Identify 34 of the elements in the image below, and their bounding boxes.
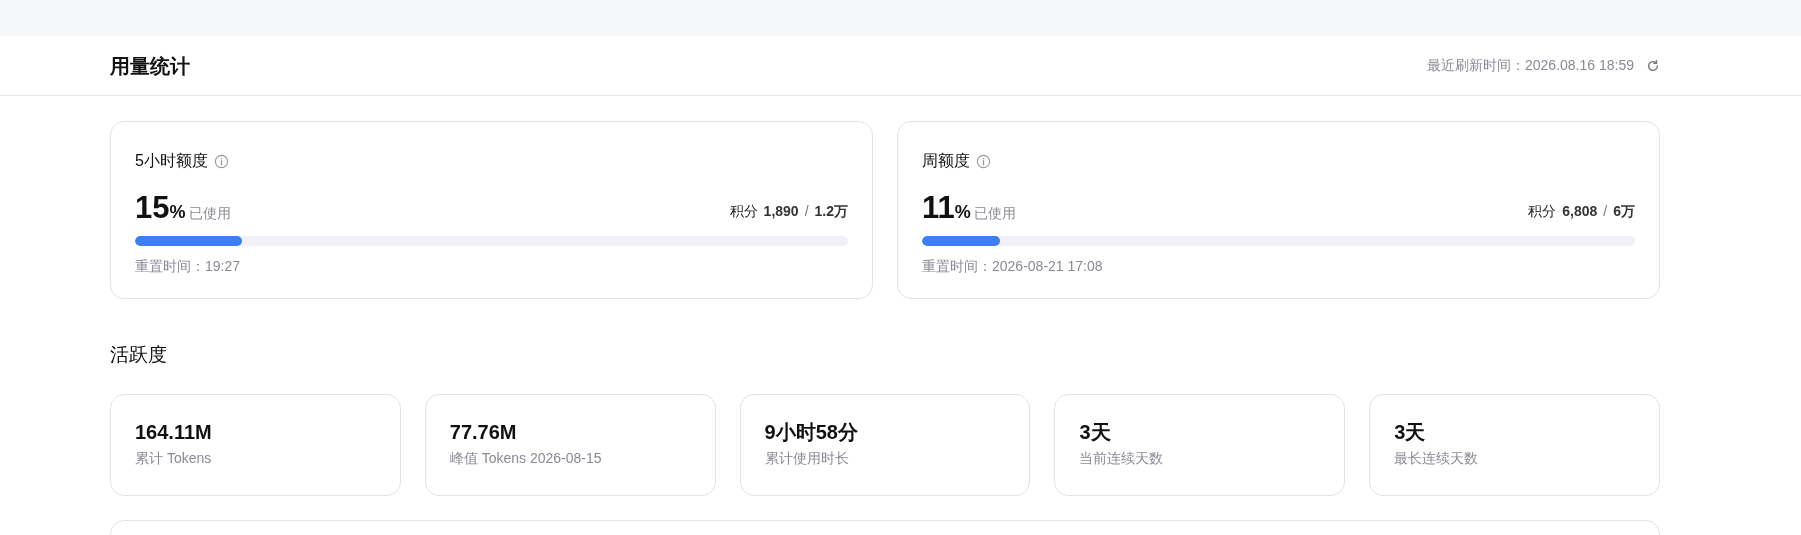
stat-value: 3天 (1394, 420, 1427, 445)
section-title: 活跃度 (110, 343, 168, 367)
percent-sign: % (169, 202, 186, 224)
stat-value: 77.76M (449, 420, 518, 445)
stat-value: 164.11M (135, 420, 213, 445)
points-label: 积分 (1528, 202, 1557, 221)
points-used: 6,808 (1562, 202, 1598, 221)
usage-percent: 15 (135, 191, 170, 225)
stat-label: 最长连续天数 (1394, 449, 1480, 468)
refresh-icon[interactable] (1646, 58, 1660, 73)
reset-time: 重置时间：19:27 (135, 257, 242, 276)
percent-sign: % (954, 202, 971, 224)
page-title: 用量统计 (110, 53, 190, 79)
stat-value: 3天 (1079, 420, 1112, 445)
info-icon[interactable] (976, 153, 991, 169)
separator: / (1603, 202, 1608, 221)
reset-time: 重置时间：2026-08-21 17:08 (922, 257, 1104, 276)
separator: / (804, 202, 809, 221)
stat-label: 累计 Tokens (135, 449, 213, 468)
info-icon[interactable] (213, 153, 229, 169)
usage-percent: 11 (922, 191, 955, 225)
card-title: 5小时额度 (135, 151, 208, 171)
stat-value: 9小时58分 (764, 420, 859, 445)
usage-label: 已使用 (188, 204, 231, 223)
stat-label: 当前连续天数 (1079, 449, 1165, 468)
card-title: 周额度 (922, 151, 970, 171)
points-used: 1,890 (763, 202, 799, 221)
points-total: 1.2万 (814, 202, 848, 221)
stat-label: 累计使用时长 (764, 449, 850, 468)
last-refresh-time: 最近刷新时间：2026.08.16 18:59 (1427, 56, 1634, 75)
points-total: 6万 (1613, 202, 1635, 221)
points-label: 积分 (729, 202, 758, 221)
stat-label: 峰值 Tokens 2026-08-15 (449, 449, 603, 468)
usage-label: 已使用 (973, 204, 1016, 223)
